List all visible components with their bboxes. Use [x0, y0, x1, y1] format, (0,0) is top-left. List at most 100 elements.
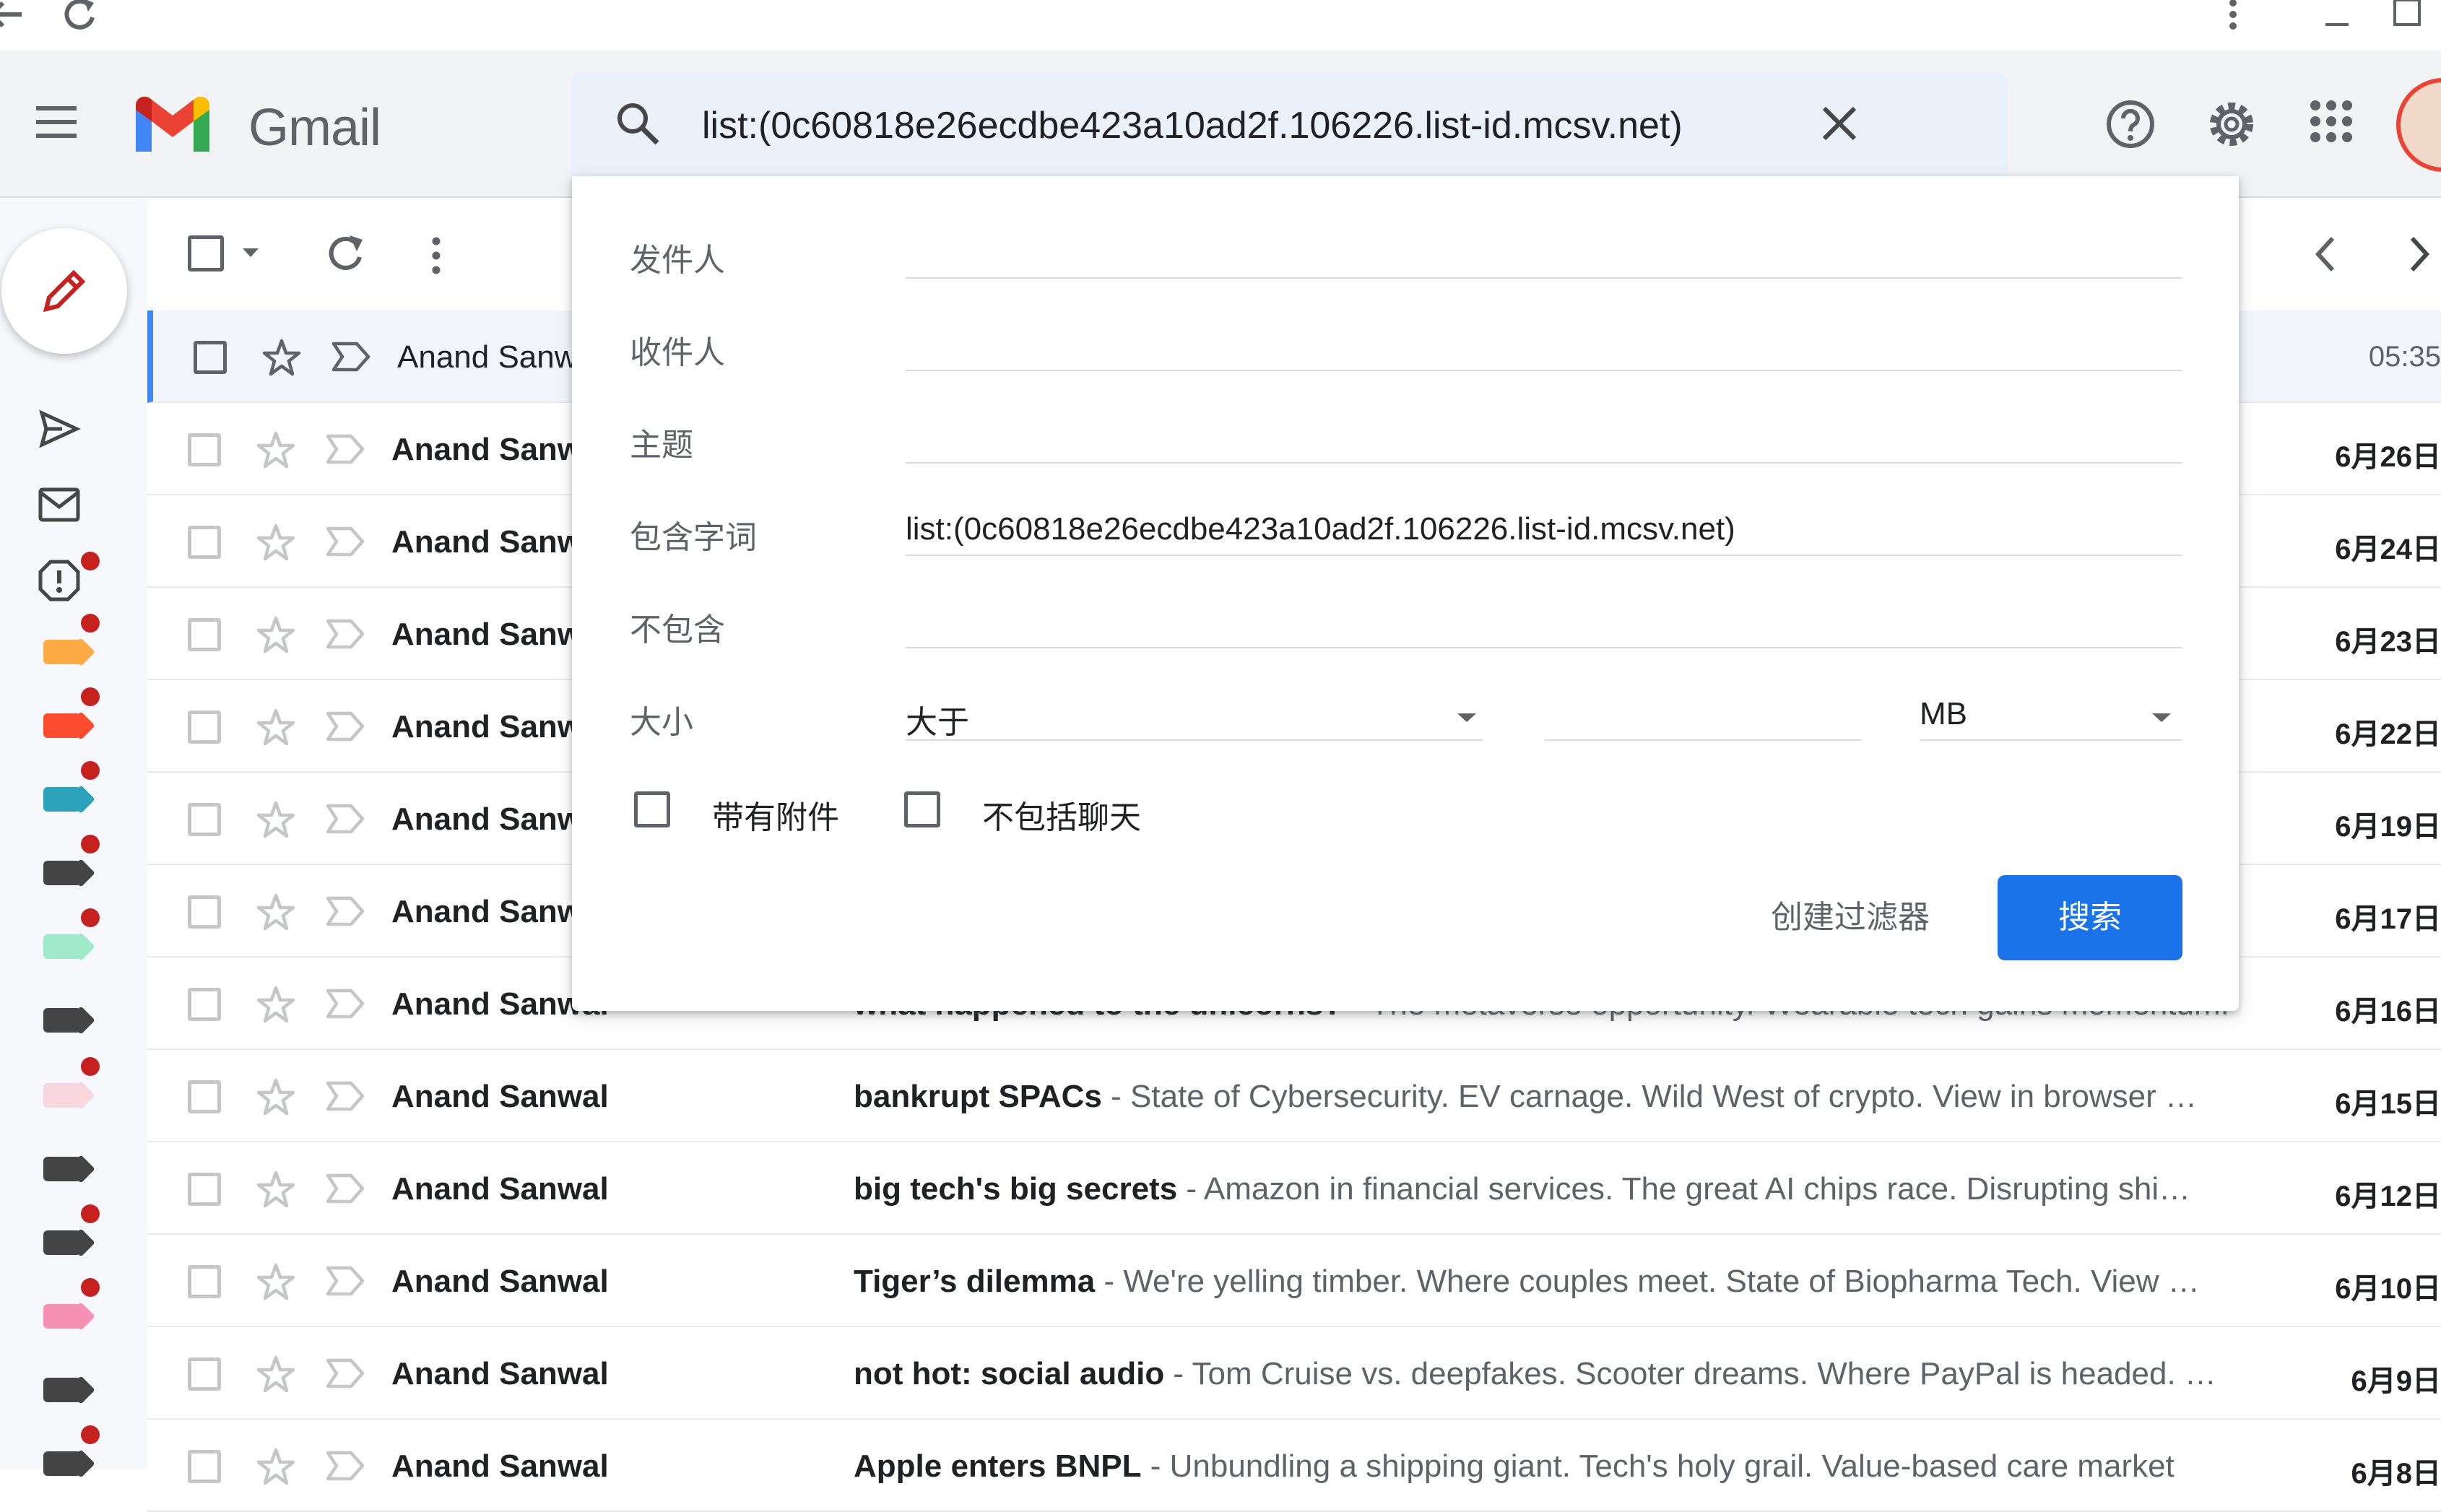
label-icon[interactable] [43, 1230, 81, 1255]
star-icon[interactable] [256, 1262, 296, 1303]
more-vert-icon[interactable] [429, 235, 443, 276]
to-field[interactable] [906, 370, 2182, 371]
row-snippet: - State of Cybersecurity. EV carnage. Wi… [1102, 1079, 2197, 1114]
label-icon[interactable] [43, 861, 81, 885]
search-bar[interactable]: list:(0c60818e26ecdbe423a10ad2f.106226.l… [571, 72, 2008, 176]
apps-grid-icon[interactable] [2308, 98, 2354, 144]
star-icon[interactable] [256, 430, 296, 471]
star-icon[interactable] [256, 1077, 296, 1118]
more-vert-icon[interactable] [2226, 0, 2240, 33]
table-row[interactable]: Anand Sanwalbig tech's big secrets - Ama… [147, 1142, 2441, 1235]
table-row[interactable]: Anand Sanwalnot hot: social audio - Tom … [147, 1327, 2441, 1420]
row-checkbox[interactable] [188, 1265, 221, 1298]
help-icon[interactable] [2104, 98, 2156, 150]
sent-icon[interactable] [38, 409, 81, 449]
search-icon[interactable] [612, 98, 663, 149]
advanced-search-panel: 发件人 收件人 主题 包含字词 list:(0c60818e26ecdbe423… [572, 176, 2239, 1011]
from-field[interactable] [906, 277, 2182, 279]
label-icon[interactable] [43, 934, 81, 959]
row-checkbox[interactable] [188, 618, 221, 651]
settings-icon[interactable] [2206, 98, 2258, 150]
star-icon[interactable] [256, 800, 296, 840]
exclude-chats-checkbox[interactable] [904, 791, 940, 827]
important-marker-icon[interactable] [325, 1079, 365, 1113]
gmail-logo-icon[interactable] [130, 91, 215, 156]
important-marker-icon[interactable] [325, 1171, 365, 1206]
search-input[interactable]: list:(0c60818e26ecdbe423a10ad2f.106226.l… [702, 104, 1683, 147]
row-checkbox[interactable] [188, 895, 221, 929]
size-operator-select[interactable]: 大于 [906, 696, 969, 742]
row-checkbox[interactable] [188, 711, 221, 744]
row-checkbox[interactable] [188, 1080, 221, 1113]
star-icon[interactable] [256, 615, 296, 656]
minimize-icon[interactable] [2323, 0, 2351, 29]
important-marker-icon[interactable] [325, 986, 365, 1021]
from-label: 发件人 [630, 234, 725, 280]
important-marker-icon[interactable] [325, 617, 365, 651]
row-checkbox[interactable] [188, 803, 221, 836]
size-unit-select[interactable]: MB [1920, 696, 1967, 732]
refresh-icon[interactable] [325, 233, 368, 276]
row-checkbox[interactable] [188, 988, 221, 1021]
has-attachment-checkbox[interactable] [634, 791, 670, 827]
back-arrow-icon[interactable] [0, 0, 29, 35]
close-icon[interactable] [1814, 98, 1865, 149]
star-icon[interactable] [261, 338, 302, 378]
size-value-input[interactable] [1544, 739, 1862, 741]
important-marker-icon[interactable] [325, 1264, 365, 1298]
important-marker-icon[interactable] [325, 1356, 365, 1391]
label-icon[interactable] [43, 713, 81, 738]
chevron-right-icon[interactable] [2405, 234, 2434, 274]
compose-button[interactable] [1, 228, 127, 354]
notification-dot [81, 552, 100, 570]
spam-icon[interactable] [38, 559, 81, 602]
maximize-icon[interactable] [2392, 0, 2424, 29]
star-icon[interactable] [256, 1170, 296, 1210]
chevron-down-icon[interactable] [240, 246, 261, 260]
chevron-down-icon[interactable] [2151, 711, 2172, 725]
label-icon[interactable] [43, 1083, 81, 1108]
select-all-checkbox[interactable] [188, 235, 224, 271]
important-marker-icon[interactable] [325, 709, 365, 744]
important-marker-icon[interactable] [325, 1448, 365, 1483]
table-row[interactable]: Anand Sanwalbankrupt SPACs - State of Cy… [147, 1050, 2441, 1142]
row-checkbox[interactable] [188, 1173, 221, 1206]
search-button[interactable]: 搜索 [1998, 875, 2182, 960]
menu-icon[interactable] [33, 104, 79, 140]
row-checkbox[interactable] [188, 1357, 221, 1391]
row-checkbox[interactable] [194, 341, 227, 374]
chevron-left-icon[interactable] [2311, 234, 2340, 274]
star-icon[interactable] [256, 892, 296, 933]
row-checkbox[interactable] [188, 433, 221, 466]
label-icon[interactable] [43, 1008, 81, 1033]
chevron-down-icon[interactable] [1456, 711, 1478, 725]
row-checkbox[interactable] [188, 1450, 221, 1483]
mail-icon[interactable] [38, 487, 81, 523]
label-icon[interactable] [43, 1304, 81, 1329]
label-icon[interactable] [43, 640, 81, 664]
doesnt-have-field[interactable] [906, 647, 2182, 648]
gmail-wordmark[interactable]: Gmail [248, 98, 381, 157]
star-icon[interactable] [256, 985, 296, 1025]
has-words-field[interactable]: list:(0c60818e26ecdbe423a10ad2f.106226.l… [906, 511, 1735, 547]
account-avatar[interactable] [2396, 78, 2441, 172]
important-marker-icon[interactable] [325, 801, 365, 836]
star-icon[interactable] [256, 1447, 296, 1487]
table-row[interactable]: Anand SanwalTiger’s dilemma - We're yell… [147, 1235, 2441, 1327]
label-icon[interactable] [43, 787, 81, 812]
create-filter-button[interactable]: 创建过滤器 [1771, 891, 1930, 937]
row-checkbox[interactable] [188, 526, 221, 559]
important-marker-icon[interactable] [331, 339, 371, 374]
label-icon[interactable] [43, 1378, 81, 1402]
reload-icon[interactable] [59, 0, 103, 32]
label-icon[interactable] [43, 1157, 81, 1181]
label-icon[interactable] [43, 1451, 81, 1476]
star-icon[interactable] [256, 708, 296, 748]
table-row[interactable]: Anand SanwalApple enters BNPL - Unbundli… [147, 1420, 2441, 1512]
important-marker-icon[interactable] [325, 432, 365, 466]
important-marker-icon[interactable] [325, 894, 365, 929]
important-marker-icon[interactable] [325, 524, 365, 559]
subject-field[interactable] [906, 462, 2182, 464]
star-icon[interactable] [256, 523, 296, 563]
star-icon[interactable] [256, 1355, 296, 1395]
